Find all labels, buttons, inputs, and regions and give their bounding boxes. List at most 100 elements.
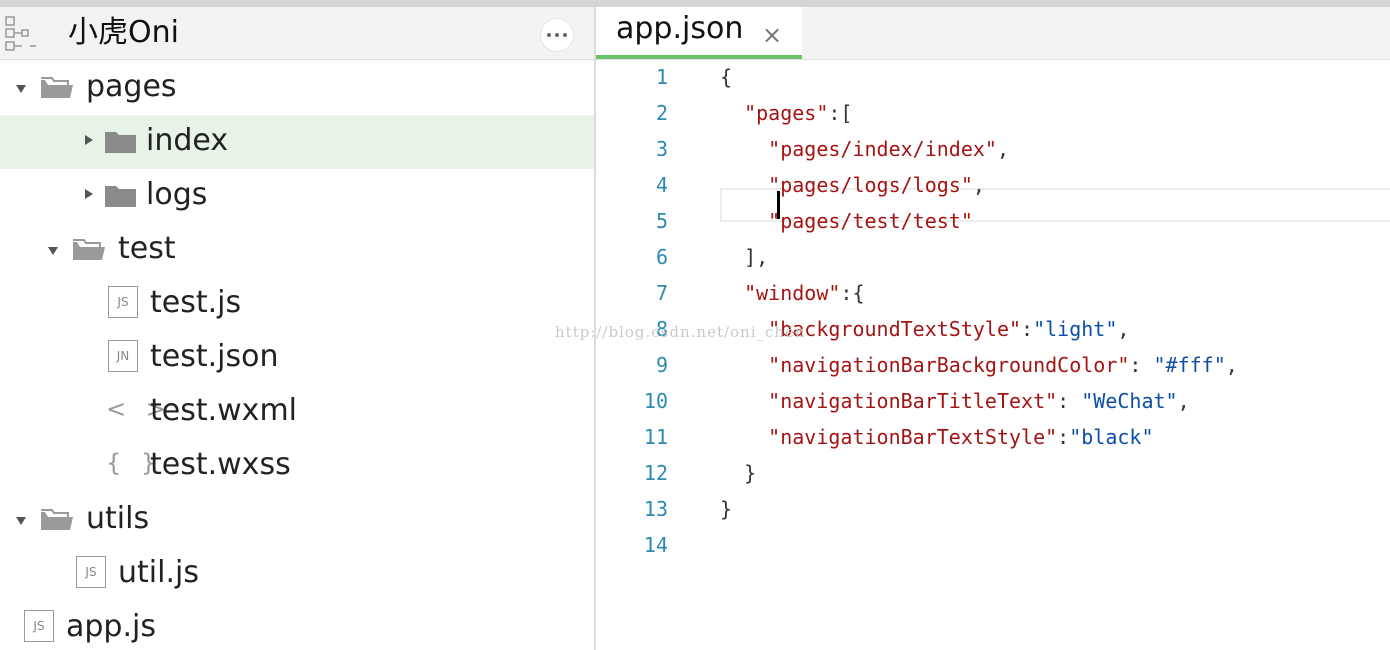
- punctuation-token: [720, 389, 768, 413]
- punctuation-token: ,: [1117, 317, 1130, 341]
- tree-item-label: index: [146, 123, 229, 158]
- tab-title: app.json: [616, 11, 744, 46]
- tree-item-label: pages: [86, 69, 177, 104]
- tree-item-label: logs: [146, 177, 208, 212]
- tree-folder[interactable]: pages: [0, 61, 594, 115]
- tree-folder[interactable]: index: [0, 115, 594, 169]
- json-key-token: "navigationBarTitleText": [768, 389, 1058, 413]
- line-number: 9: [655, 353, 668, 377]
- folder-open-icon: [72, 238, 106, 262]
- close-icon[interactable]: ×: [762, 23, 782, 47]
- code-line[interactable]: "navigationBarTextStyle":"black": [720, 425, 1154, 449]
- folder-open-icon: [40, 76, 74, 100]
- code-line[interactable]: "window":{: [720, 281, 865, 305]
- folder-icon: [104, 130, 138, 154]
- json-key-token: "backgroundTextStyle": [768, 317, 1022, 341]
- folder-open-icon: [40, 508, 74, 532]
- punctuation-token: [720, 173, 768, 197]
- punctuation-token: :{: [840, 281, 865, 305]
- editor-tab-bar: app.json ×: [596, 7, 1390, 60]
- js-file-icon: JS: [108, 286, 138, 318]
- dot-icon: [563, 33, 567, 37]
- punctuation-token: :: [1129, 353, 1154, 377]
- tree-item-label: test.json: [150, 339, 279, 374]
- punctuation-token: }: [720, 497, 733, 521]
- punctuation-token: {: [720, 65, 733, 89]
- code-line[interactable]: ],: [720, 245, 768, 269]
- tree-file[interactable]: < > test.wxml: [0, 385, 594, 439]
- watermark: http://blog.csdn.net/oni_chen: [555, 323, 806, 341]
- tree-folder[interactable]: test: [0, 223, 594, 277]
- punctuation-token: :: [1057, 389, 1082, 413]
- punctuation-token: :[: [828, 101, 853, 125]
- tab-app-json[interactable]: app.json ×: [596, 7, 802, 59]
- js-file-icon: JS: [24, 610, 54, 642]
- json-key-token: "pages/logs/logs": [768, 173, 973, 197]
- tree-item-label: test: [118, 231, 176, 266]
- tree-item-label: util.js: [118, 555, 199, 590]
- json-value-token: "light": [1033, 317, 1118, 341]
- chevron-down-icon[interactable]: [48, 247, 58, 255]
- code-line[interactable]: "navigationBarTitleText": "WeChat",: [720, 389, 1189, 413]
- code-line[interactable]: }: [720, 497, 732, 521]
- tree-item-label: test.wxml: [150, 393, 297, 428]
- punctuation-token: [720, 101, 744, 125]
- more-options-button[interactable]: [541, 19, 573, 51]
- punctuation-token: [720, 209, 768, 233]
- punctuation-token: ,: [1225, 353, 1238, 377]
- code-line[interactable]: {: [720, 65, 732, 89]
- punctuation-token: :: [1021, 317, 1034, 341]
- explorer-header: 小虎Oni: [0, 7, 594, 60]
- punctuation-token: ],: [720, 245, 769, 269]
- line-number: 2: [655, 101, 668, 125]
- code-line[interactable]: "pages":[: [720, 101, 852, 125]
- json-value-token: "black": [1069, 425, 1154, 449]
- line-number: 10: [643, 389, 668, 413]
- json-key-token: "navigationBarBackgroundColor": [768, 353, 1130, 377]
- tree-item-label: test.js: [150, 285, 242, 320]
- json-value-token: "#fff": [1153, 353, 1226, 377]
- json-key-token: "pages/index/index": [768, 137, 997, 161]
- tree-folder[interactable]: logs: [0, 169, 594, 223]
- code-line[interactable]: }: [720, 461, 756, 485]
- code-line[interactable]: "pages/logs/logs",: [720, 173, 985, 197]
- chevron-down-icon[interactable]: [16, 517, 26, 525]
- punctuation-token: [720, 137, 768, 161]
- line-number: 14: [643, 533, 668, 557]
- tree-file[interactable]: JS test.js: [0, 277, 594, 331]
- json-key-token: "navigationBarTextStyle": [768, 425, 1058, 449]
- line-number: 1: [655, 65, 668, 89]
- tree-item-label: test.wxss: [150, 447, 291, 482]
- chevron-right-icon[interactable]: [85, 135, 93, 145]
- punctuation-token: [720, 353, 768, 377]
- tree-folder[interactable]: utils: [0, 493, 594, 547]
- chevron-down-icon[interactable]: [16, 85, 26, 93]
- code-line[interactable]: "pages/index/index",: [720, 137, 1009, 161]
- line-number: 4: [655, 173, 668, 197]
- folder-icon: [104, 184, 138, 208]
- line-number: 3: [655, 137, 668, 161]
- tree-file[interactable]: JN test.json: [0, 331, 594, 385]
- tree-file[interactable]: { } test.wxss: [0, 439, 594, 493]
- tree-view-icon[interactable]: [4, 15, 38, 53]
- tree-file[interactable]: JS app.js: [0, 601, 594, 650]
- line-number: 12: [643, 461, 668, 485]
- tree-file[interactable]: JS util.js: [0, 547, 594, 601]
- json-key-token: "pages": [744, 101, 829, 125]
- js-file-icon: JS: [76, 556, 106, 588]
- window-top-strip: [0, 0, 1390, 7]
- line-number: 11: [643, 425, 668, 449]
- tree-item-label: utils: [86, 501, 150, 536]
- project-name: 小虎Oni: [68, 15, 179, 50]
- file-explorer: 小虎Oni pages index logs test JS test.js JN test.…: [0, 7, 594, 650]
- json-key-token: "window": [744, 281, 841, 305]
- dot-icon: [555, 33, 559, 37]
- punctuation-token: [720, 425, 768, 449]
- punctuation-token: :: [1057, 425, 1070, 449]
- code-line[interactable]: "navigationBarBackgroundColor": "#fff",: [720, 353, 1238, 377]
- line-number: 13: [643, 497, 668, 521]
- dot-icon: [547, 33, 551, 37]
- line-number: 6: [655, 245, 668, 269]
- code-line[interactable]: "pages/test/test": [720, 209, 973, 233]
- chevron-right-icon[interactable]: [85, 189, 93, 199]
